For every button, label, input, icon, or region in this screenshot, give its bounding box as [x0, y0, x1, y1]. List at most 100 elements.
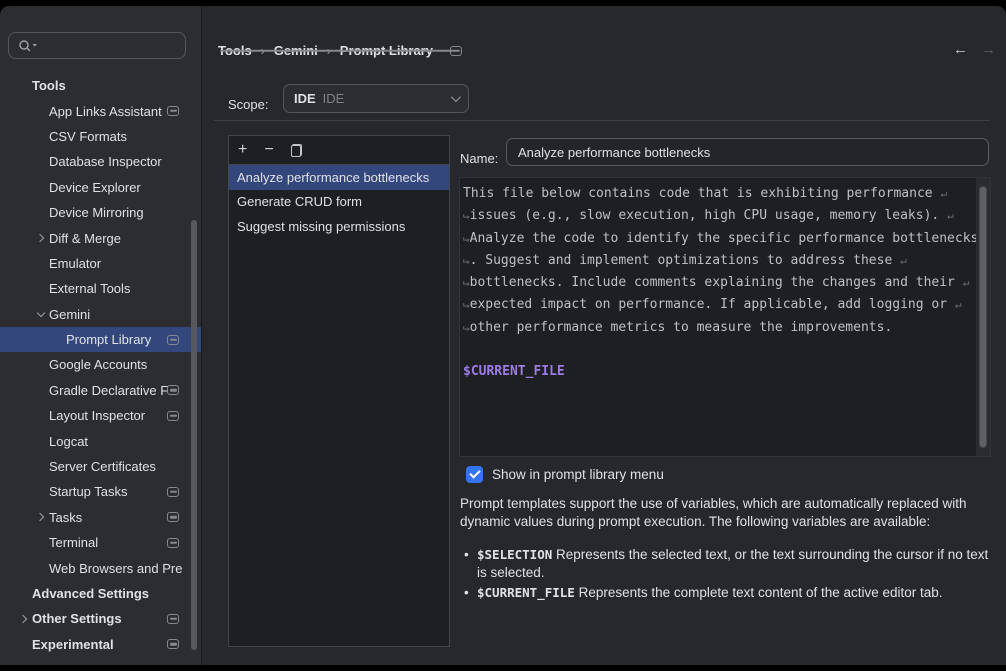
chevron-right-icon[interactable]: [32, 225, 49, 250]
soft-wrap-icon: ↵: [947, 209, 954, 222]
chevron-spacer: [32, 149, 49, 174]
ide-settings-icon: [167, 335, 179, 345]
chevron-spacer: [32, 98, 49, 123]
sidebar-item-label: Diff & Merge: [49, 231, 121, 246]
prompt-editor-text: This file below contains code that is ex…: [460, 178, 990, 384]
sidebar-item-device-explorer[interactable]: Device Explorer: [0, 175, 201, 200]
sidebar-item-label: CSV Formats: [49, 129, 127, 144]
search-icon: [17, 38, 39, 53]
sidebar-item-advanced-settings[interactable]: Advanced Settings: [0, 581, 201, 606]
sidebar-item-device-mirroring[interactable]: Device Mirroring: [0, 200, 201, 225]
ide-settings-icon: [167, 411, 179, 421]
template-variable: $CURRENT_FILE: [463, 364, 565, 379]
sidebar-item-other-settings[interactable]: Other Settings: [0, 606, 201, 631]
chevron-spacer: [32, 378, 49, 403]
sidebar-item-tasks[interactable]: Tasks: [0, 505, 201, 530]
scope-dropdown[interactable]: IDE IDE: [283, 84, 469, 113]
sidebar-scrollbar[interactable]: [191, 220, 197, 650]
show-in-menu-checkbox[interactable]: [466, 466, 483, 483]
chevron-spacer: [32, 276, 49, 301]
sidebar-item-label: Advanced Settings: [32, 586, 149, 601]
chevron-spacer: [32, 428, 49, 453]
editor-text: Analyze the code to identify the specifi…: [470, 231, 979, 246]
soft-wrap-icon: ↵: [463, 294, 470, 316]
name-value: Analyze performance bottlenecks: [518, 145, 710, 160]
sidebar-item-prompt-library[interactable]: Prompt Library: [0, 327, 201, 352]
sidebar-item-emulator[interactable]: Emulator: [0, 251, 201, 276]
soft-wrap-icon: ↵: [463, 228, 470, 250]
sidebar-item-label: Server Certificates: [49, 459, 156, 474]
prompt-list-item[interactable]: Generate CRUD form: [229, 190, 449, 215]
breadcrumb: Tools›Gemini›Prompt Library: [218, 43, 462, 58]
variable-name: $CURRENT_FILE: [477, 585, 575, 600]
sidebar-item-csv-formats[interactable]: CSV Formats: [0, 124, 201, 149]
prompt-editor[interactable]: This file below contains code that is ex…: [459, 177, 991, 457]
sidebar-item-web-browsers-and-pre[interactable]: Web Browsers and Pre: [0, 555, 201, 580]
variable-description: Represents the complete text content of …: [575, 585, 943, 600]
settings-sidebar: ToolsApp Links Assistant CSV Formats Datab…: [0, 6, 202, 665]
sidebar-item-terminal[interactable]: Terminal: [0, 530, 201, 555]
settings-window: ToolsApp Links Assistant CSV Formats Datab…: [0, 0, 1006, 671]
sidebar-item-startup-tasks[interactable]: Startup Tasks: [0, 479, 201, 504]
duplicate-icon[interactable]: [291, 144, 302, 157]
chevron-right-icon[interactable]: [15, 606, 32, 631]
history-nav: ← →: [953, 41, 996, 58]
add-button[interactable]: +: [238, 142, 247, 158]
sidebar-item-label: Gradle Declarative F: [49, 383, 168, 398]
sidebar-item-app-links-assistant[interactable]: App Links Assistant: [0, 98, 201, 123]
editor-line: ↵bottlenecks. Include comments explainin…: [463, 272, 974, 294]
editor-text: This file below contains code that is ex…: [463, 186, 940, 201]
variable-list-item: $SELECTION Represents the selected text,…: [464, 546, 1001, 581]
soft-wrap-icon: ↵: [900, 254, 907, 267]
settings-tree: ToolsApp Links Assistant CSV Formats Datab…: [0, 73, 201, 657]
sidebar-item-label: Device Mirroring: [49, 205, 144, 220]
sidebar-item-experimental[interactable]: Experimental: [0, 632, 201, 657]
prompt-list-item[interactable]: Analyze performance bottlenecks: [229, 165, 449, 190]
soft-wrap-icon: ↵: [940, 187, 947, 200]
chevron-right-icon[interactable]: [32, 505, 49, 530]
soft-wrap-icon: ↵: [963, 276, 970, 289]
editor-text: [463, 342, 471, 357]
sidebar-item-layout-inspector[interactable]: Layout Inspector: [0, 403, 201, 428]
chevron-spacer: [32, 454, 49, 479]
sidebar-item-external-tools[interactable]: External Tools: [0, 276, 201, 301]
chevron-spacer: [32, 124, 49, 149]
sidebar-item-gemini[interactable]: Gemini: [0, 302, 201, 327]
chevron-spacer: [32, 200, 49, 225]
sidebar-item-tools[interactable]: Tools: [0, 73, 201, 98]
sidebar-item-diff-merge[interactable]: Diff & Merge: [0, 225, 201, 250]
editor-text: bottlenecks. Include comments explaining…: [470, 275, 963, 290]
back-arrow-icon[interactable]: ←: [953, 41, 968, 58]
sidebar-item-google-accounts[interactable]: Google Accounts: [0, 352, 201, 377]
chevron-down-icon[interactable]: [32, 302, 49, 327]
ide-settings-icon: [167, 106, 179, 116]
editor-line: This file below contains code that is ex…: [463, 183, 974, 205]
editor-text: issues (e.g., slow execution, high CPU u…: [470, 208, 947, 223]
sidebar-item-server-certificates[interactable]: Server Certificates: [0, 454, 201, 479]
sidebar-item-logcat[interactable]: Logcat: [0, 428, 201, 453]
prompt-list-item[interactable]: Suggest missing permissions: [229, 214, 449, 239]
chevron-spacer: [32, 175, 49, 200]
editor-scrollbar-thumb[interactable]: [979, 186, 987, 448]
sidebar-item-label: Tasks: [49, 510, 82, 525]
name-field[interactable]: Analyze performance bottlenecks: [506, 138, 989, 166]
chevron-spacer: [32, 555, 49, 580]
sidebar-item-label: Web Browsers and Pre: [49, 561, 182, 576]
scope-label: Scope:: [228, 97, 268, 112]
sidebar-item-database-inspector[interactable]: Database Inspector: [0, 149, 201, 174]
sidebar-item-label: Startup Tasks: [49, 484, 128, 499]
variable-list-item: $CURRENT_FILE Represents the complete te…: [464, 584, 1001, 602]
ide-settings-icon: [167, 487, 179, 497]
forward-arrow-icon[interactable]: →: [981, 41, 996, 58]
variable-name: $SELECTION: [477, 547, 552, 562]
editor-line: ↵other performance metrics to measure th…: [463, 317, 974, 339]
search-input[interactable]: [8, 32, 186, 59]
remove-button[interactable]: −: [264, 142, 273, 158]
show-in-menu-label: Show in prompt library menu: [492, 467, 664, 482]
settings-main: Tools›Gemini›Prompt Library ← → Scope: I…: [202, 6, 1006, 665]
sidebar-item-gradle-declarative-f[interactable]: Gradle Declarative F: [0, 378, 201, 403]
editor-text: . Suggest and implement optimizations to…: [470, 253, 900, 268]
sidebar-item-label: Other Settings: [32, 611, 122, 626]
editor-text: expected impact on performance. If appli…: [470, 297, 955, 312]
editor-line: ↵Analyze the code to identify the specif…: [463, 228, 974, 250]
